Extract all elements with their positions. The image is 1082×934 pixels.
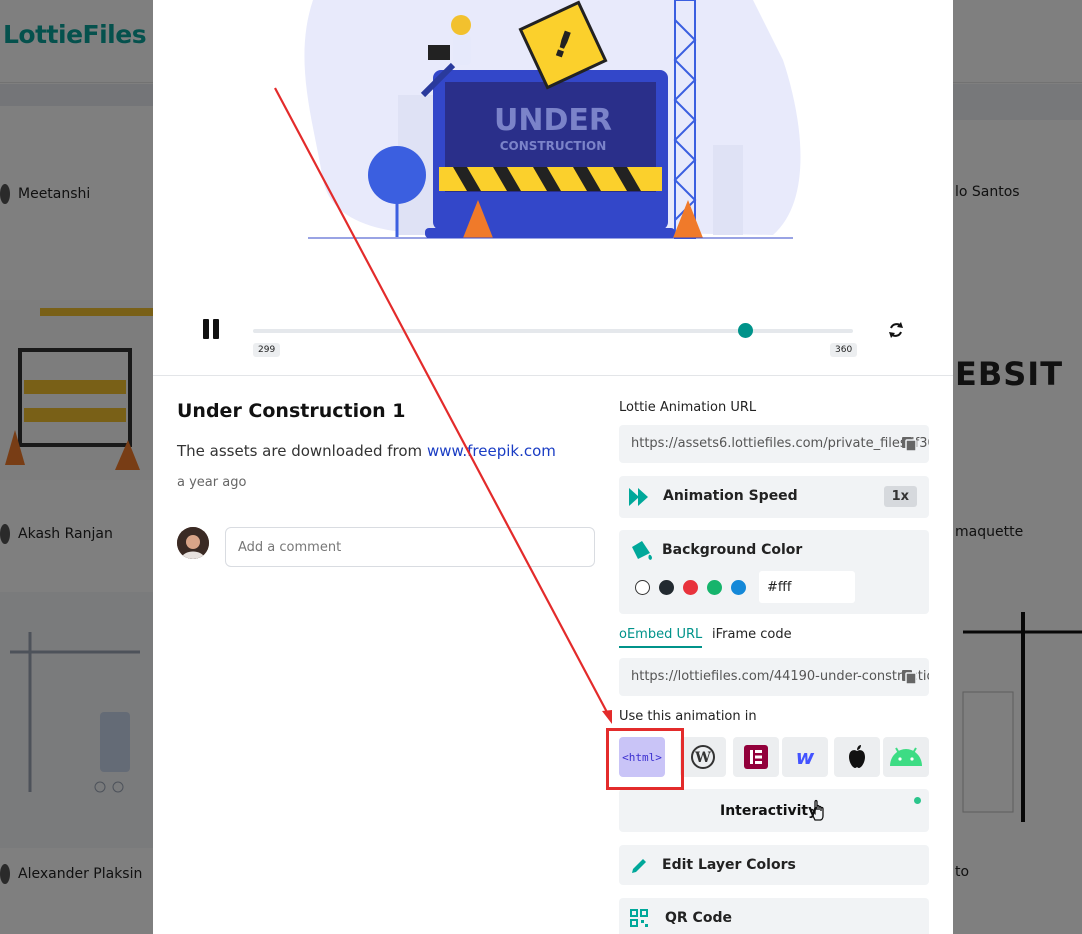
tab-oembed-url[interactable]: oEmbed URL xyxy=(619,627,703,648)
progress-slider[interactable] xyxy=(253,323,853,338)
sign-text-construction: CONSTRUCTION xyxy=(500,139,607,153)
end-frame-label: 360 xyxy=(830,343,858,357)
swatch-black[interactable] xyxy=(659,580,674,595)
wordpress-icon: W xyxy=(691,745,715,769)
animation-title: Under Construction 1 xyxy=(177,400,406,422)
hand-pointer-icon xyxy=(810,799,824,821)
hex-color-input[interactable] xyxy=(759,571,855,603)
user-avatar[interactable] xyxy=(177,527,209,559)
loop-icon xyxy=(889,322,903,338)
animation-modal: UNDER CONSTRUCTION ! 299 360 Under Const… xyxy=(153,0,953,934)
elementor-icon xyxy=(744,745,768,769)
webflow-icon: w xyxy=(796,746,815,768)
swatch-green[interactable] xyxy=(707,580,722,595)
animation-description: The assets are downloaded from www.freep… xyxy=(177,442,556,460)
edit-layer-colors-label: Edit Layer Colors xyxy=(662,857,796,873)
pause-icon xyxy=(203,319,209,339)
qr-code-label: QR Code xyxy=(665,910,732,926)
android-icon xyxy=(890,747,922,766)
platform-apple-button[interactable] xyxy=(834,737,880,777)
freepik-link[interactable]: www.freepik.com xyxy=(427,442,556,460)
copy-icon[interactable] xyxy=(901,669,917,685)
animation-preview[interactable]: UNDER CONSTRUCTION ! xyxy=(153,0,953,300)
qr-code-icon xyxy=(630,909,648,927)
background-color-label: Background Color xyxy=(662,542,803,558)
tab-iframe-code[interactable]: iFrame code xyxy=(712,627,792,642)
oembed-url-field[interactable]: https://lottiefiles.com/44190-under-cons… xyxy=(619,658,929,696)
player-controls: 299 360 xyxy=(153,300,953,376)
under-construction-illustration: UNDER CONSTRUCTION ! xyxy=(304,0,801,239)
start-frame-label: 299 xyxy=(253,343,281,357)
platform-webflow-button[interactable]: w xyxy=(782,737,828,777)
lottie-url-field[interactable]: https://assets6.lottiefiles.com/private_… xyxy=(619,425,929,463)
speed-value[interactable]: 1x xyxy=(883,486,917,507)
use-animation-label: Use this animation in xyxy=(619,709,757,724)
animation-speed-panel[interactable]: Animation Speed 1x xyxy=(619,476,929,518)
platform-wordpress-button[interactable]: W xyxy=(680,737,726,777)
pause-button[interactable] xyxy=(201,319,221,341)
qr-code-button[interactable]: QR Code xyxy=(619,898,929,934)
svg-text:w: w xyxy=(796,746,815,768)
platform-html-button[interactable]: <html> xyxy=(619,737,665,777)
upload-age: a year ago xyxy=(177,475,247,490)
slider-thumb[interactable] xyxy=(738,323,753,338)
sign-text-under: UNDER xyxy=(494,103,612,138)
apple-icon xyxy=(849,745,865,768)
speed-icon xyxy=(629,488,648,506)
interactivity-button[interactable]: Interactivity xyxy=(619,789,929,832)
lottie-url-label: Lottie Animation URL xyxy=(619,400,757,415)
platform-android-button[interactable] xyxy=(883,737,929,777)
animation-speed-label: Animation Speed xyxy=(663,488,798,504)
swatch-red[interactable] xyxy=(683,580,698,595)
platform-elementor-button[interactable] xyxy=(733,737,779,777)
interactivity-label: Interactivity xyxy=(720,803,818,819)
swatch-white[interactable] xyxy=(635,580,650,595)
loop-button[interactable] xyxy=(886,320,906,340)
swatch-blue[interactable] xyxy=(731,580,746,595)
edit-layer-colors-button[interactable]: Edit Layer Colors xyxy=(619,845,929,885)
html-icon: <html> xyxy=(622,750,662,764)
svg-text:W: W xyxy=(694,750,711,766)
new-indicator-dot xyxy=(914,797,921,804)
background-color-panel: Background Color xyxy=(619,530,929,614)
paint-bucket-icon xyxy=(632,541,652,560)
copy-icon[interactable] xyxy=(901,436,917,452)
pencil-icon xyxy=(632,859,646,873)
comment-input[interactable] xyxy=(225,527,595,567)
